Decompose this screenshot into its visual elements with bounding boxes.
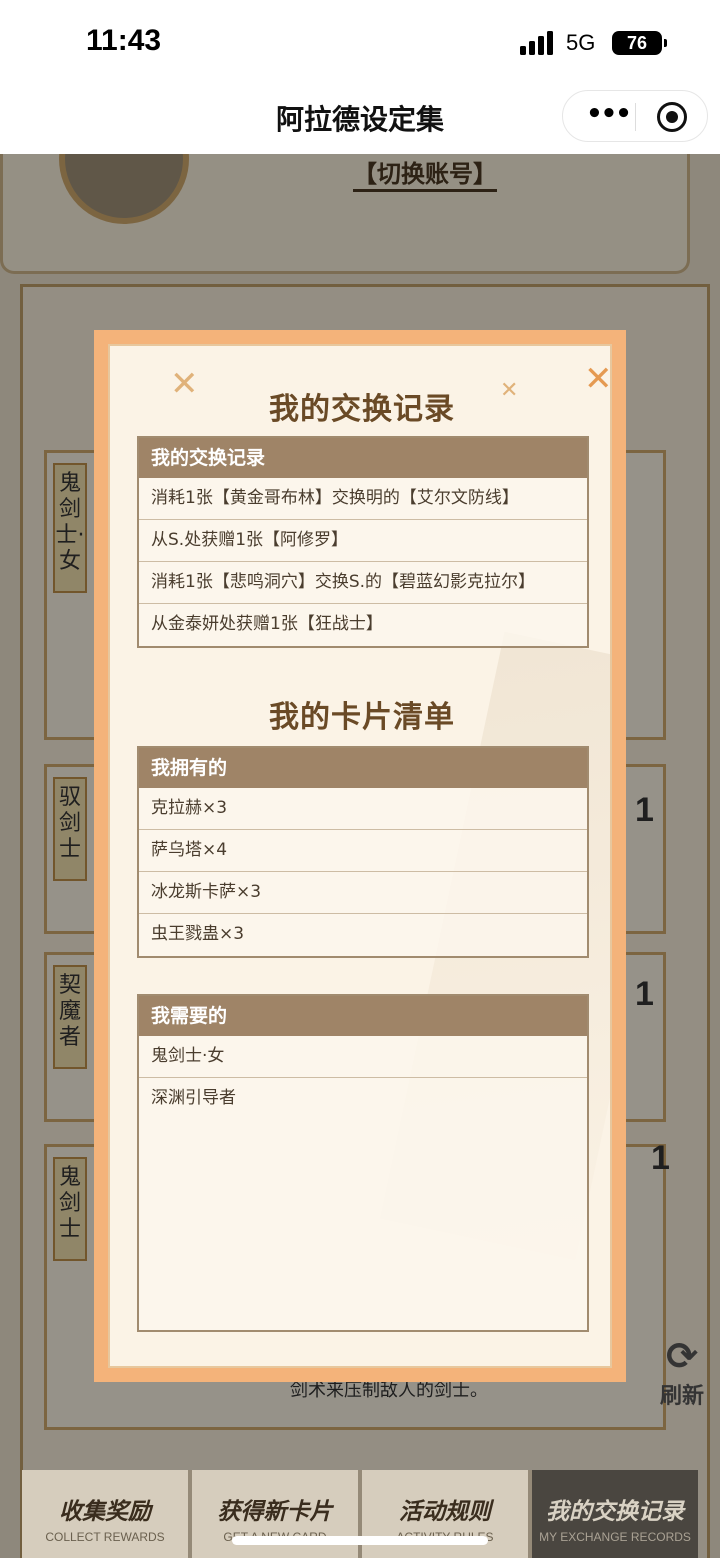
tab-label: 获得新卡片 bbox=[217, 1499, 333, 1525]
needed-cards-header: 我需要的 bbox=[139, 996, 587, 1036]
owned-cards-header: 我拥有的 bbox=[139, 748, 587, 788]
exchange-records-table: 我的交换记录 消耗1张【黄金哥布林】交换明的【艾尔文防线】 从S.处获赠1张【阿… bbox=[137, 436, 589, 648]
home-indicator[interactable] bbox=[232, 1536, 488, 1545]
status-time: 11:43 bbox=[86, 24, 162, 57]
network-label: 5G bbox=[566, 30, 596, 55]
card-list-title: 我的卡片清单 bbox=[269, 700, 455, 735]
close-mini-program-icon[interactable] bbox=[657, 102, 687, 132]
needed-cards-table[interactable]: 我需要的 鬼剑士·女 深渊引导者 bbox=[137, 994, 589, 1332]
more-icon[interactable]: ••• bbox=[583, 99, 633, 135]
list-item: 消耗1张【悲鸣洞穴】交换S.的【碧蓝幻影克拉尔】 bbox=[139, 562, 587, 604]
tab-my-exchange-records[interactable]: 我的交换记录 MY EXCHANGE RECORDS bbox=[532, 1470, 698, 1558]
tab-sublabel: MY EXCHANGE RECORDS bbox=[539, 1530, 691, 1544]
list-item: 虫王戮蛊×3 bbox=[151, 924, 245, 944]
owned-cards-table[interactable]: 我拥有的 克拉赫×3 萨乌塔×4 冰龙斯卡萨×3 虫王戮蛊×3 bbox=[137, 746, 589, 958]
signal-icon bbox=[520, 31, 553, 55]
modal-content: ✕ ✕ ✕ 我的交换记录 我的交换记录 消耗1张【黄金哥布林】交换明的【艾尔文防… bbox=[108, 344, 612, 1368]
status-bar: 11:43 5G 76 bbox=[0, 0, 720, 84]
mini-program-capsule: ••• bbox=[562, 90, 708, 142]
tab-label: 活动规则 bbox=[399, 1499, 491, 1525]
list-item: 从金泰妍处获赠1张【狂战士】 bbox=[151, 614, 383, 634]
list-item: 克拉赫×3 bbox=[139, 788, 587, 830]
nav-bar: 阿拉德设定集 ••• bbox=[0, 84, 720, 154]
exchange-records-header: 我的交换记录 bbox=[139, 438, 587, 478]
exchange-records-modal: ✕ ✕ ✕ 我的交换记录 我的交换记录 消耗1张【黄金哥布林】交换明的【艾尔文防… bbox=[94, 330, 626, 1382]
tab-collect-rewards[interactable]: 收集奖励 COLLECT REWARDS bbox=[22, 1470, 192, 1558]
list-item: 消耗1张【黄金哥布林】交换明的【艾尔文防线】 bbox=[139, 478, 587, 520]
list-item: 冰龙斯卡萨×3 bbox=[139, 872, 587, 914]
battery-icon: 76 bbox=[612, 31, 667, 55]
exchange-records-title: 我的交换记录 bbox=[269, 392, 455, 427]
tab-label: 我的交换记录 bbox=[546, 1499, 684, 1525]
list-item: 从S.处获赠1张【阿修罗】 bbox=[139, 520, 587, 562]
list-item: 萨乌塔×4 bbox=[139, 830, 587, 872]
list-item: 深渊引导者 bbox=[151, 1088, 236, 1108]
capsule-divider bbox=[635, 103, 636, 131]
list-item: 鬼剑士·女 bbox=[139, 1036, 587, 1078]
tab-sublabel: COLLECT REWARDS bbox=[45, 1530, 165, 1544]
tab-label: 收集奖励 bbox=[59, 1499, 151, 1525]
